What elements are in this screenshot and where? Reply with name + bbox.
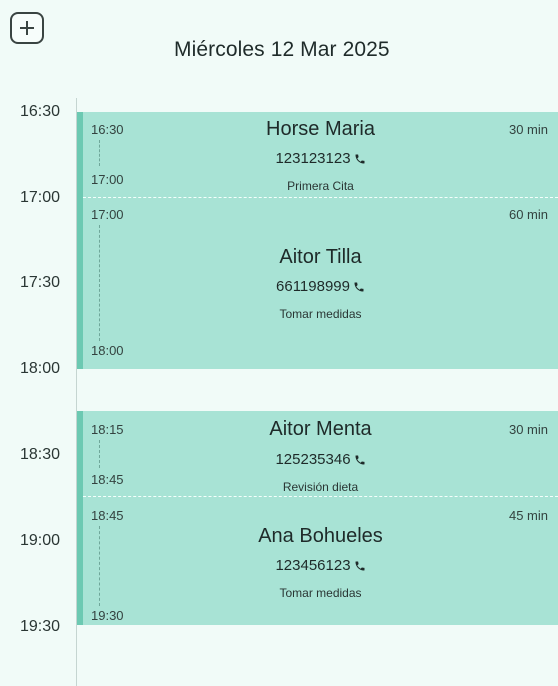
appointment-separator [83,496,558,497]
phone-number: 125235346 [275,451,351,468]
phone-icon [355,154,365,163]
appointment-note: Revisión dieta [282,480,359,494]
appointment-block: 16:30 17:00 30 min Horse Maria 123123123… [77,112,558,369]
client-name: Ana Bohueles [258,525,383,547]
appointment-note: Primera Cita [287,179,354,193]
phone-number: 123123123 [275,150,351,167]
appointment-card[interactable]: 17:00 18:00 60 min Aitor Tilla 661198999… [83,198,558,369]
phone-number: 123456123 [275,557,351,574]
add-appointment-button[interactable] [10,12,44,44]
plus-icon [20,21,34,35]
time-label: 18:00 [20,360,61,377]
appointment-block: 18:15 18:45 30 min Aitor Menta 125235346… [77,411,558,625]
time-label: 17:00 [20,189,61,206]
appointment-end: 18:00 [91,343,124,358]
time-label: 19:30 [20,618,61,635]
phone-icon [355,455,365,464]
client-name: Aitor Menta [269,418,372,440]
client-phone[interactable]: 123123123 [83,150,558,167]
appointment-note: Tomar medidas [279,586,362,600]
time-label: 17:30 [20,274,61,291]
phone-icon [354,282,364,291]
phone-icon [355,561,365,570]
time-label: 16:30 [20,103,61,120]
appointment-end: 19:30 [91,608,124,623]
appointment-start: 17:00 [91,207,124,222]
client-phone[interactable]: 123456123 [83,557,558,574]
client-name: Aitor Tilla [279,246,362,268]
date-title: Miércoles 12 Mar 2025 [174,38,390,61]
appointment-card[interactable]: 18:15 18:45 30 min Aitor Menta 125235346… [83,411,558,497]
client-phone[interactable]: 661198999 [83,278,558,295]
time-label: 18:30 [20,446,61,463]
appointment-duration: 45 min [508,508,548,523]
appointment-note: Tomar medidas [279,307,362,321]
client-name: Horse Maria [266,118,375,140]
phone-number: 661198999 [276,278,350,295]
appointment-start: 18:45 [91,508,124,523]
appointment-card[interactable]: 16:30 17:00 30 min Horse Maria 123123123… [83,112,558,196]
appointment-card[interactable]: 18:45 19:30 45 min Ana Bohueles 12345612… [83,498,558,625]
client-phone[interactable]: 125235346 [83,451,558,468]
appointment-duration: 60 min [508,207,548,222]
time-label: 19:00 [20,532,61,549]
